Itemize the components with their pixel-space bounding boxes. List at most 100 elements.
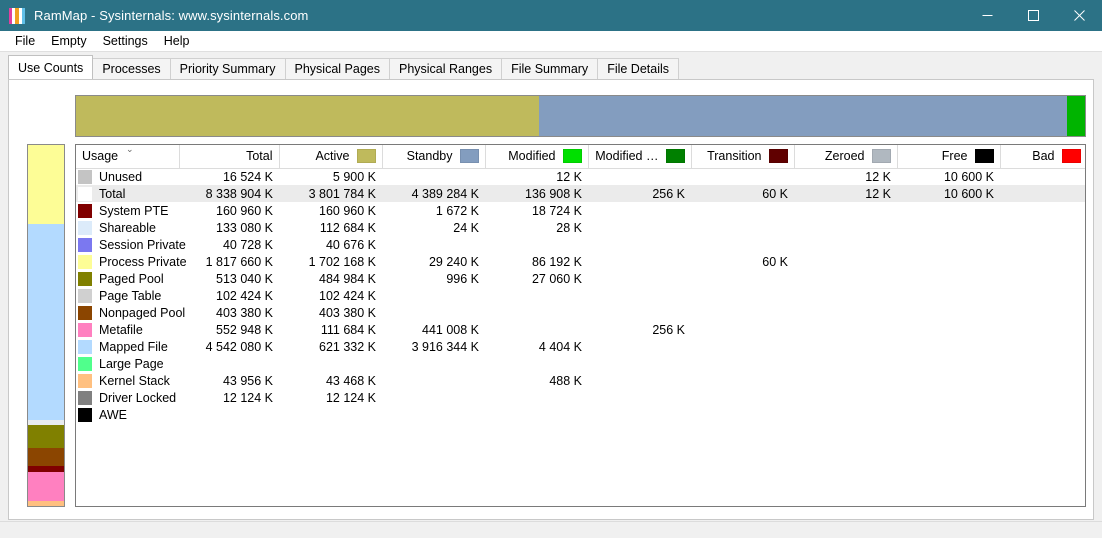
column-header-free[interactable]: Free bbox=[897, 145, 1001, 169]
tab-physical-ranges[interactable]: Physical Ranges bbox=[388, 58, 503, 79]
tab-file-details[interactable]: File Details bbox=[597, 58, 680, 79]
cell-active: 102 424 K bbox=[319, 288, 376, 303]
table-row[interactable]: Driver Locked 12 124 K 12 124 K bbox=[76, 389, 1085, 406]
cell-modified bbox=[485, 389, 588, 406]
table-row[interactable]: Paged Pool 513 040 K 484 984 K 996 K 27 060 … bbox=[76, 270, 1085, 287]
overview-segment-active[interactable] bbox=[76, 96, 540, 136]
column-header-standby[interactable]: Standby bbox=[382, 145, 486, 169]
tab-physical-pages[interactable]: Physical Pages bbox=[284, 58, 390, 79]
cell-active: 40 676 K bbox=[325, 237, 376, 252]
table-row[interactable]: Session Private 40 728 K 40 676 K bbox=[76, 236, 1085, 253]
table-row[interactable]: Mapped File 4 542 080 K 621 332 K 3 916 344… bbox=[76, 338, 1085, 355]
column-header-modified[interactable]: Modified bbox=[485, 145, 589, 169]
column-header-usage[interactable]: Usage ⌄ bbox=[76, 145, 180, 169]
table-row[interactable]: Large Page bbox=[76, 355, 1085, 372]
cell-zeroed bbox=[794, 270, 897, 287]
menu-item-file[interactable]: File bbox=[7, 32, 43, 50]
overview-segment-free[interactable] bbox=[1066, 96, 1085, 136]
column-header-zeroed[interactable]: Zeroed bbox=[794, 145, 898, 169]
cell-standby bbox=[382, 355, 485, 372]
table-row[interactable]: Total 8 338 904 K3 801 784 K4 389 284 K 13… bbox=[76, 185, 1085, 202]
maximize-button[interactable] bbox=[1010, 0, 1056, 31]
cell-standby: 441 008 K bbox=[422, 322, 479, 337]
legend-segment-nonpaged-pool[interactable] bbox=[28, 447, 64, 466]
cell-usage: Total bbox=[76, 185, 179, 202]
cell-free bbox=[897, 270, 1000, 287]
table-row[interactable]: AWE bbox=[76, 406, 1085, 423]
column-header-bad[interactable]: Bad bbox=[1000, 145, 1085, 169]
cell-bad bbox=[1000, 270, 1085, 287]
cell-zeroed bbox=[794, 304, 897, 321]
menu-item-settings[interactable]: Settings bbox=[95, 32, 156, 50]
cell-modifiedn bbox=[588, 338, 691, 355]
legend-segment-process-private[interactable] bbox=[28, 145, 64, 224]
cell-free bbox=[897, 406, 1000, 423]
legend-segment-mapped-file[interactable] bbox=[28, 223, 64, 421]
minimize-button[interactable] bbox=[964, 0, 1010, 31]
cell-usage: Page Table bbox=[76, 287, 179, 304]
table-row[interactable]: Shareable 133 080 K 112 684 K 24 K 28 K bbox=[76, 219, 1085, 236]
title-bar[interactable]: RamMap - Sysinternals: www.sysinternals.… bbox=[0, 0, 1102, 31]
tab-file-summary[interactable]: File Summary bbox=[501, 58, 599, 79]
cell-free bbox=[897, 202, 1000, 219]
table-row[interactable]: Kernel Stack 43 956 K 43 468 K 488 K bbox=[76, 372, 1085, 389]
cell-total: 1 817 660 K bbox=[205, 254, 273, 269]
legend-segment-paged-pool[interactable] bbox=[28, 425, 64, 448]
table-row[interactable]: Metafile 552 948 K 111 684 K 441 008 K 256 K bbox=[76, 321, 1085, 338]
column-header-modifiedn[interactable]: Modified … bbox=[588, 145, 692, 169]
row-color-swatch bbox=[78, 305, 92, 320]
usage-legend-strip[interactable] bbox=[27, 144, 65, 507]
column-header-total[interactable]: Total bbox=[179, 145, 280, 169]
row-color-swatch bbox=[78, 203, 92, 218]
cell-total: 43 956 K bbox=[222, 373, 273, 388]
table-body: Unused 16 524 K5 900 K 12 K 12 K 10 600 K Tot… bbox=[76, 168, 1085, 423]
cell-usage: Mapped File bbox=[76, 338, 179, 355]
tab-use-counts[interactable]: Use Counts bbox=[8, 55, 94, 79]
cell-total: 12 124 K bbox=[222, 390, 273, 405]
cell-free bbox=[897, 287, 1000, 304]
cell-modifiedn bbox=[588, 253, 691, 270]
use-counts-table: Usage ⌄ Total Active Standby Modified Modified… bbox=[76, 145, 1085, 423]
cell-transition bbox=[691, 389, 794, 406]
table-row[interactable]: System PTE 160 960 K 160 960 K 1 672 K 18 72… bbox=[76, 202, 1085, 219]
table-row[interactable]: Unused 16 524 K 5 900 K 12 K 12 K 10 600 K bbox=[76, 168, 1085, 185]
cell-modifiedn bbox=[588, 389, 691, 406]
cell-modifiedn bbox=[588, 168, 691, 185]
table-row[interactable]: Page Table 102 424 K 102 424 K bbox=[76, 287, 1085, 304]
cell-free: 10 600 K bbox=[897, 185, 1000, 202]
cell-zeroed bbox=[794, 372, 897, 389]
memory-overview-bar[interactable] bbox=[75, 95, 1086, 137]
cell-free bbox=[897, 253, 1000, 270]
row-color-swatch bbox=[78, 407, 92, 422]
overview-segment-standby[interactable] bbox=[539, 96, 1067, 136]
cell-zeroed bbox=[794, 406, 897, 423]
column-header-label: Active bbox=[315, 149, 350, 164]
row-usage-label: Metafile bbox=[99, 322, 143, 337]
legend-segment-system-pte[interactable] bbox=[28, 465, 64, 473]
tab-priority-summary[interactable]: Priority Summary bbox=[169, 58, 286, 79]
cell-bad bbox=[1000, 406, 1085, 423]
row-color-swatch bbox=[78, 356, 92, 371]
column-color-swatch-transition bbox=[768, 149, 788, 164]
column-header-active[interactable]: Active bbox=[279, 145, 383, 169]
menu-item-help[interactable]: Help bbox=[156, 32, 198, 50]
cell-transition bbox=[691, 202, 794, 219]
tab-processes[interactable]: Processes bbox=[92, 58, 171, 79]
legend-segment-kernel-stack[interactable] bbox=[28, 500, 64, 506]
cell-modified bbox=[485, 321, 588, 338]
column-header-transition[interactable]: Transition bbox=[691, 145, 795, 169]
row-usage-label: Large Page bbox=[99, 356, 164, 371]
table-row[interactable]: Nonpaged Pool 403 380 K 403 380 K bbox=[76, 304, 1085, 321]
row-color-swatch bbox=[78, 237, 92, 252]
table-row[interactable]: Process Private 1 817 660 K 1 702 168 K 29 … bbox=[76, 253, 1085, 270]
legend-segment-metafile[interactable] bbox=[28, 472, 64, 501]
cell-modifiedn bbox=[588, 219, 691, 236]
cell-total: 8 338 904 K bbox=[179, 185, 279, 202]
use-counts-table-container[interactable]: Usage ⌄ Total Active Standby Modified Modified… bbox=[75, 144, 1086, 507]
column-header-label: Modified bbox=[508, 149, 556, 164]
row-usage-label: Kernel Stack bbox=[99, 373, 170, 388]
menu-item-empty[interactable]: Empty bbox=[43, 32, 94, 50]
status-bar bbox=[0, 521, 1102, 538]
close-button[interactable] bbox=[1056, 0, 1102, 31]
cell-active: 403 380 K bbox=[319, 305, 376, 320]
